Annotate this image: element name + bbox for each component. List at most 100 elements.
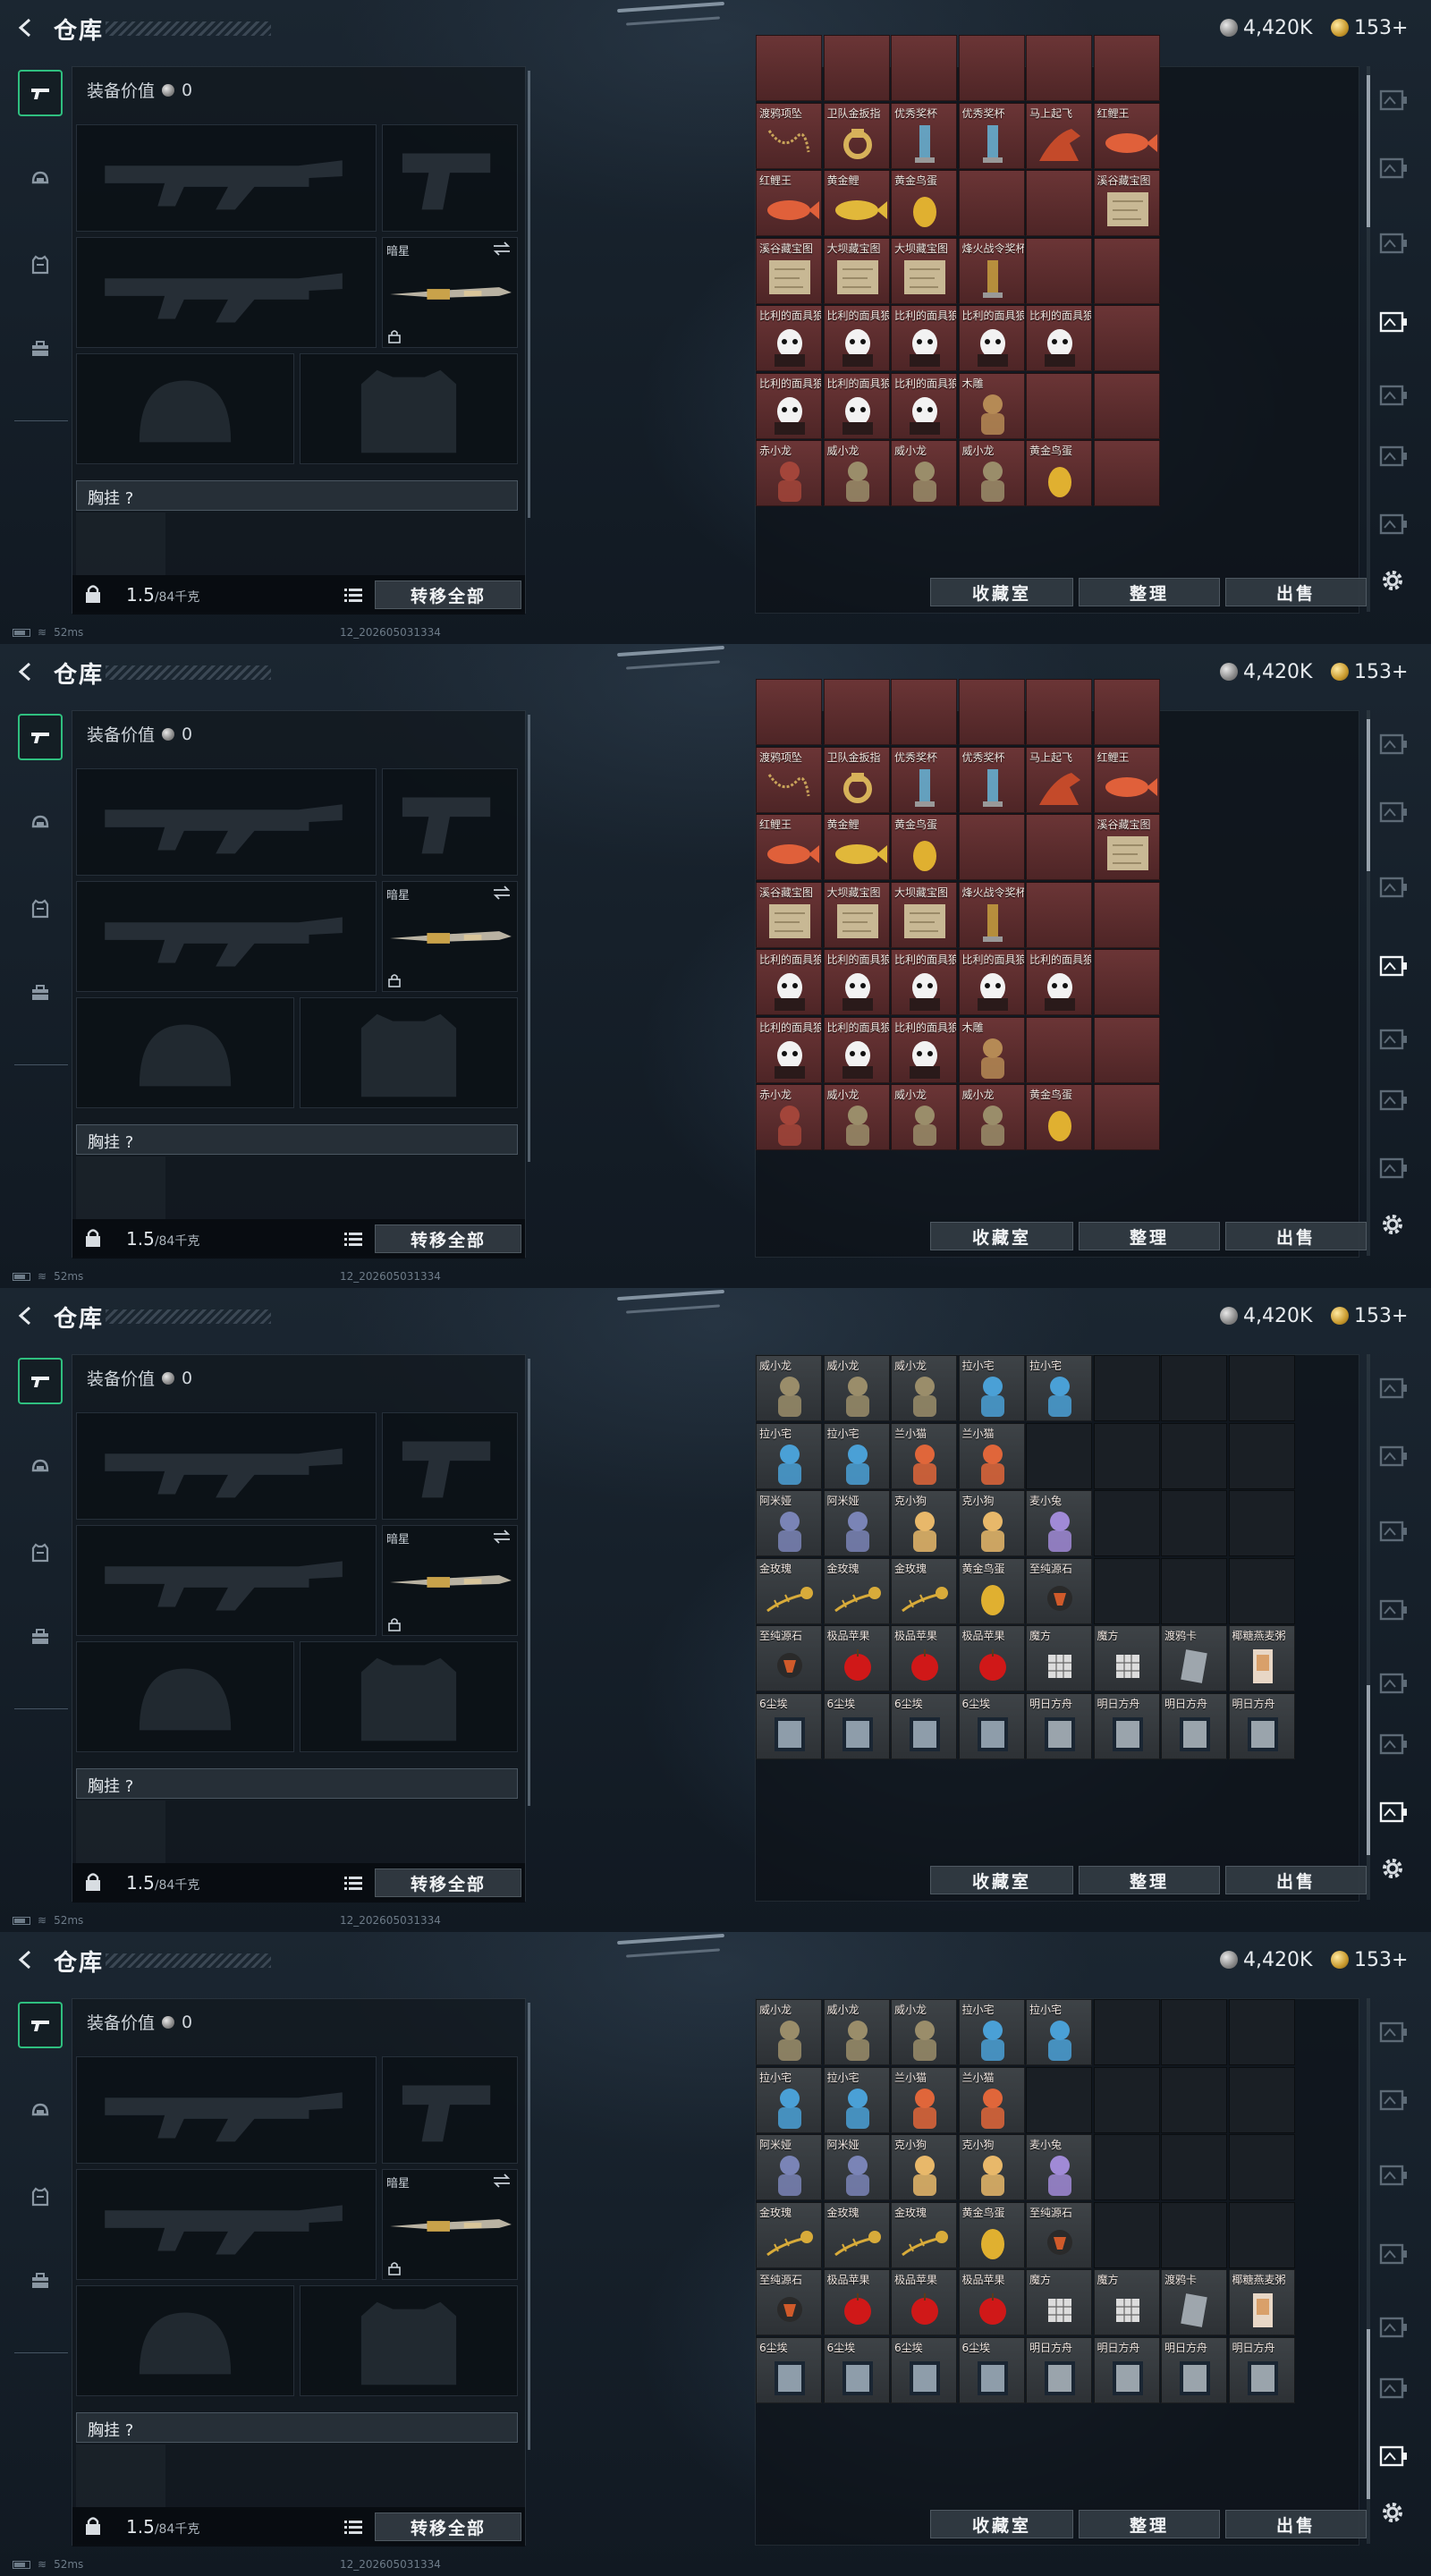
- storage-item-cell[interactable]: 威小龙: [823, 440, 890, 506]
- storage-item-cell[interactable]: [1228, 2066, 1295, 2133]
- storage-item-cell[interactable]: 6尘埃: [823, 1692, 890, 1759]
- settings-gear-icon[interactable]: [1379, 567, 1406, 594]
- storage-item-cell[interactable]: [1026, 2066, 1092, 2133]
- melee-slot[interactable]: 暗星: [382, 2169, 518, 2280]
- storage-item-cell[interactable]: [823, 679, 890, 745]
- storage-page-tab[interactable]: [1377, 510, 1410, 538]
- storage-item-cell[interactable]: 黄金鲤: [823, 170, 890, 236]
- storage-item-cell[interactable]: 溪谷藏宝图: [1093, 170, 1160, 236]
- storage-page-tab[interactable]: [1377, 154, 1410, 182]
- storage-page-tab[interactable]: [1377, 2442, 1410, 2470]
- chest-rig-slot[interactable]: 胸挂 ?: [76, 480, 518, 511]
- storage-item-cell[interactable]: 红鲤王: [756, 170, 822, 236]
- storage-page-tab[interactable]: [1377, 2313, 1410, 2342]
- gold-currency[interactable]: 153+: [1331, 1946, 1408, 1973]
- storage-page-tab[interactable]: [1377, 1669, 1410, 1698]
- storage-page-tab[interactable]: [1377, 2018, 1410, 2046]
- chest-rig-slot[interactable]: 胸挂 ?: [76, 1124, 518, 1155]
- storage-item-cell[interactable]: 魔方: [1026, 2269, 1092, 2335]
- storage-item-cell[interactable]: [1161, 1557, 1227, 1624]
- storage-item-cell[interactable]: 威小龙: [891, 1999, 957, 2065]
- storage-item-cell[interactable]: 极品苹果: [891, 1625, 957, 1691]
- storage-item-cell[interactable]: 渡鸦卡: [1161, 2269, 1227, 2335]
- storage-page-tab[interactable]: [1377, 442, 1410, 470]
- storage-item-cell[interactable]: 渡鸦项坠: [756, 746, 822, 813]
- storage-item-cell[interactable]: [1161, 1422, 1227, 1489]
- storage-item-cell[interactable]: 金玫瑰: [891, 1557, 957, 1624]
- storage-item-cell[interactable]: 明日方舟: [1228, 2336, 1295, 2403]
- storage-item-cell[interactable]: [1228, 2134, 1295, 2200]
- storage-item-cell[interactable]: [1228, 1422, 1295, 1489]
- storage-item-cell[interactable]: 阿米娅: [756, 2134, 822, 2200]
- storage-item-cell[interactable]: [1093, 881, 1160, 948]
- melee-slot[interactable]: 暗星: [382, 1525, 518, 1636]
- tab-vest[interactable]: [18, 886, 63, 932]
- storage-item-cell[interactable]: [1093, 1016, 1160, 1083]
- storage-item-cell[interactable]: 极品苹果: [823, 1625, 890, 1691]
- storage-item-cell[interactable]: 卫队金扳指: [823, 102, 890, 169]
- transfer-all-button[interactable]: 转移全部: [375, 2512, 521, 2541]
- storage-item-cell[interactable]: 威小龙: [891, 440, 957, 506]
- storage-scroll-thumb[interactable]: [1367, 719, 1370, 871]
- storage-item-cell[interactable]: [958, 170, 1025, 236]
- helmet-slot[interactable]: [76, 997, 294, 1108]
- storage-item-cell[interactable]: 黄金鸟蛋: [891, 170, 957, 236]
- storage-item-cell[interactable]: 阿米娅: [756, 1490, 822, 1556]
- storage-item-cell[interactable]: [1093, 949, 1160, 1015]
- storage-item-cell[interactable]: 渡鸦卡: [1161, 1625, 1227, 1691]
- primary-weapon-slot[interactable]: [76, 2056, 377, 2164]
- storage-item-cell[interactable]: 克小狗: [958, 2134, 1025, 2200]
- storage-item-cell[interactable]: [1161, 2201, 1227, 2268]
- storage-item-cell[interactable]: [1228, 2201, 1295, 2268]
- melee-slot[interactable]: 暗星: [382, 237, 518, 348]
- storage-page-tab[interactable]: [1377, 730, 1410, 758]
- secondary-weapon-slot[interactable]: [76, 2169, 377, 2280]
- storage-item-cell[interactable]: 比利的面具狼: [756, 1016, 822, 1083]
- tab-weapons[interactable]: [18, 714, 63, 760]
- pistol-slot[interactable]: [382, 768, 518, 876]
- loadout-scrollbar[interactable]: [528, 71, 530, 518]
- tab-backpack[interactable]: [18, 326, 63, 372]
- storage-item-cell[interactable]: 至纯源石: [756, 2269, 822, 2335]
- sell-button[interactable]: 出售: [1225, 1866, 1367, 1894]
- collection-room-button[interactable]: 收藏室: [930, 1866, 1073, 1894]
- tab-backpack[interactable]: [18, 1614, 63, 1660]
- storage-item-cell[interactable]: 威小龙: [756, 1999, 822, 2065]
- helmet-slot[interactable]: [76, 1641, 294, 1752]
- collection-room-button[interactable]: 收藏室: [930, 2510, 1073, 2538]
- storage-item-cell[interactable]: [1228, 1355, 1295, 1421]
- storage-item-cell[interactable]: 兰小猫: [891, 1422, 957, 1489]
- storage-item-cell[interactable]: 拉小宅: [1026, 1355, 1092, 1421]
- storage-item-cell[interactable]: [1228, 1490, 1295, 1556]
- secondary-weapon-slot[interactable]: [76, 1525, 377, 1636]
- back-button[interactable]: [13, 14, 39, 41]
- secondary-weapon-slot[interactable]: [76, 881, 377, 992]
- loadout-scrollbar[interactable]: [528, 1359, 530, 1806]
- storage-item-cell[interactable]: 威小龙: [958, 440, 1025, 506]
- storage-item-cell[interactable]: 至纯源石: [1026, 1557, 1092, 1624]
- lock-icon[interactable]: [85, 2516, 101, 2536]
- storage-item-cell[interactable]: 渡鸦项坠: [756, 102, 822, 169]
- storage-item-cell[interactable]: [1026, 237, 1092, 304]
- transfer-all-button[interactable]: 转移全部: [375, 1224, 521, 1253]
- storage-item-cell[interactable]: 大坝藏宝图: [891, 237, 957, 304]
- storage-item-cell[interactable]: 红鲤王: [1093, 746, 1160, 813]
- loadout-scrollbar[interactable]: [528, 715, 530, 1162]
- storage-item-cell[interactable]: 麦小兔: [1026, 1490, 1092, 1556]
- sort-button[interactable]: 整理: [1079, 1222, 1220, 1250]
- tab-helmet[interactable]: [18, 1444, 63, 1490]
- silver-currency[interactable]: 4,420K: [1220, 14, 1312, 41]
- storage-item-cell[interactable]: 比利的面具狼: [823, 1016, 890, 1083]
- storage-item-cell[interactable]: 优秀奖杯: [891, 102, 957, 169]
- storage-item-cell[interactable]: [1093, 305, 1160, 371]
- storage-item-cell[interactable]: 兰小猫: [958, 2066, 1025, 2133]
- storage-item-cell[interactable]: 赤小龙: [756, 1084, 822, 1150]
- storage-item-cell[interactable]: 比利的面具狼: [756, 305, 822, 371]
- storage-page-tab[interactable]: [1377, 1442, 1410, 1470]
- tab-helmet[interactable]: [18, 800, 63, 846]
- storage-item-cell[interactable]: 比利的面具狼: [823, 949, 890, 1015]
- storage-item-cell[interactable]: [1093, 1490, 1160, 1556]
- storage-item-cell[interactable]: 克小狗: [891, 2134, 957, 2200]
- storage-item-cell[interactable]: 比利的面具狼: [756, 949, 822, 1015]
- storage-item-cell[interactable]: 6尘埃: [756, 2336, 822, 2403]
